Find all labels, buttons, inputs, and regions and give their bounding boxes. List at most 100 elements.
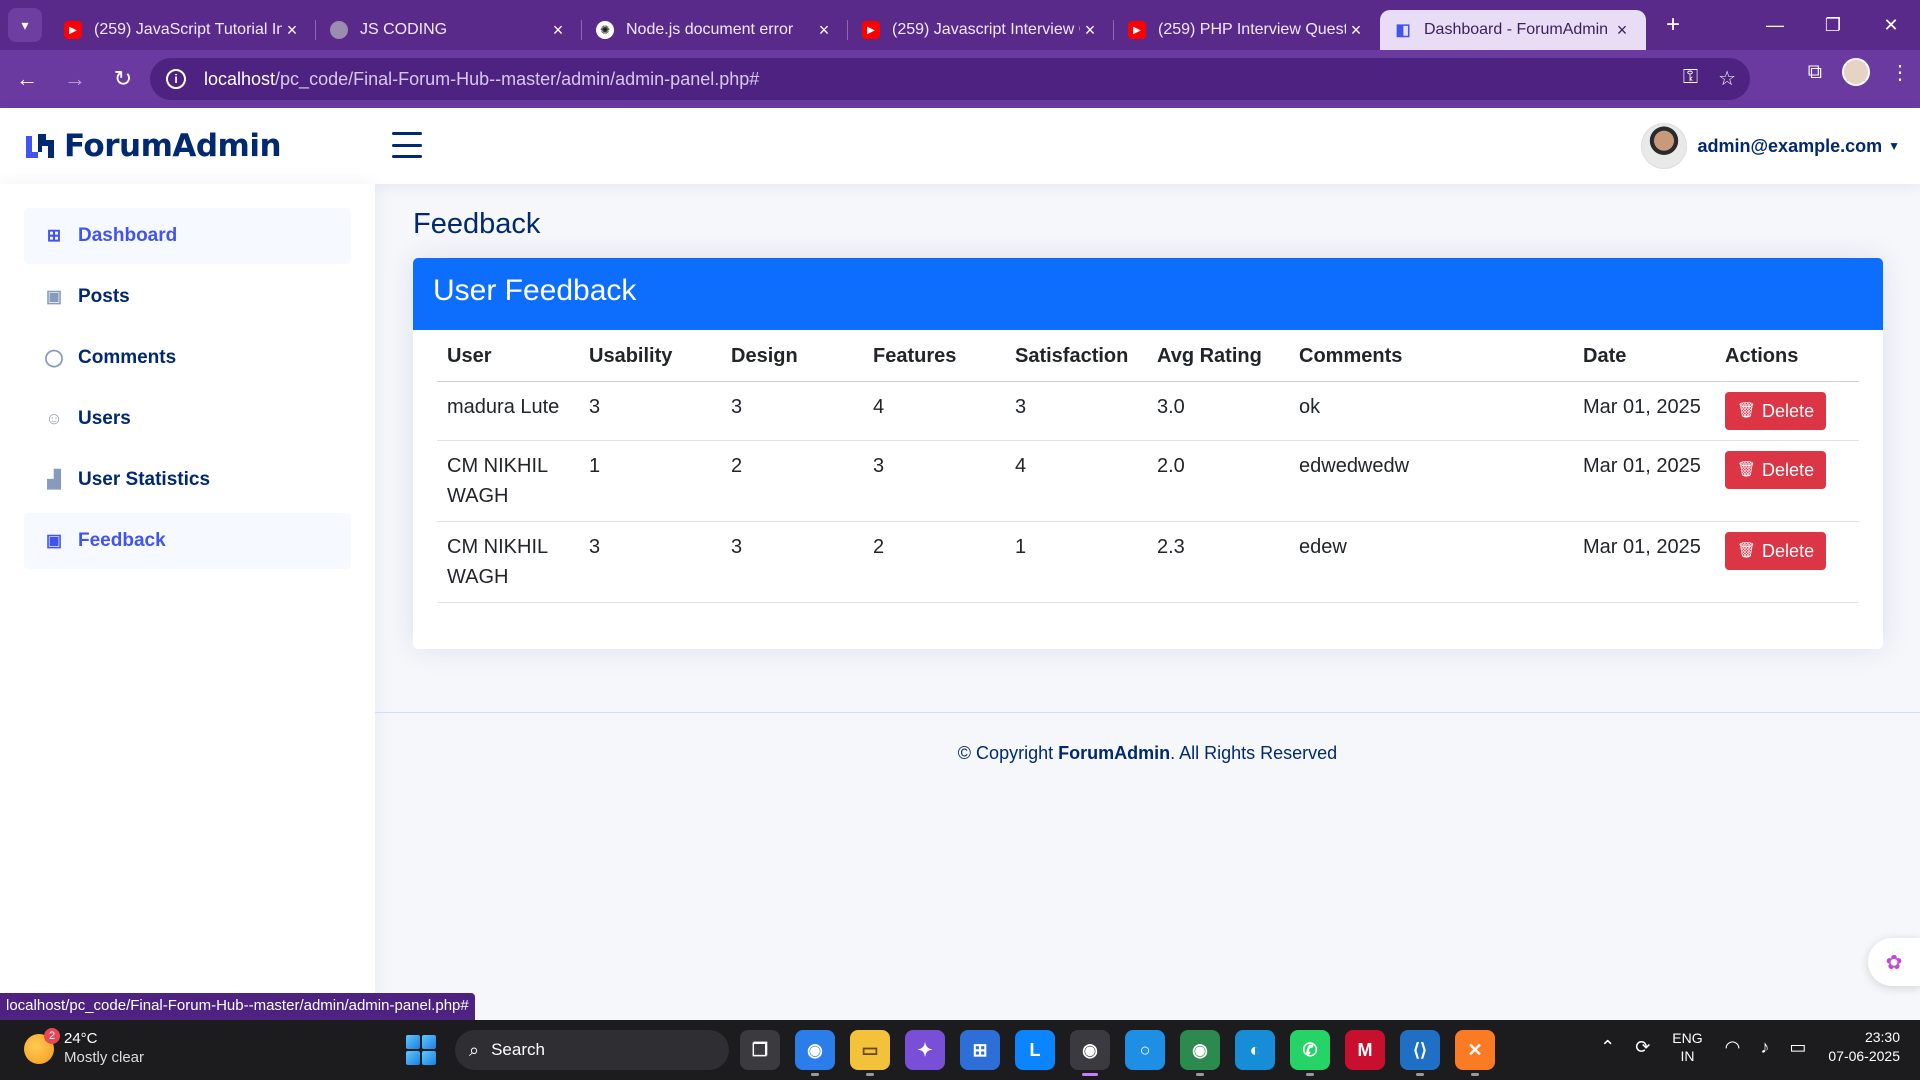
volume-icon[interactable]: ♪ [1760,1037,1769,1058]
url-text[interactable]: localhost/pc_code/Final-Forum-Hub--maste… [204,69,759,90]
close-icon[interactable]: × [814,20,834,41]
vscode-icon[interactable]: ⟨⟩ [1400,1030,1440,1076]
browser-tab[interactable]: JS CODING × [316,10,582,50]
sidebar-item-label: Dashboard [78,225,178,246]
lang-region: IN [1680,1048,1695,1064]
xampp-icon[interactable]: ✕ [1455,1030,1495,1076]
cell-avg-rating: 3.0 [1157,396,1185,418]
back-icon[interactable]: ← [6,58,48,100]
site-info-icon[interactable]: i [166,69,186,89]
menu-toggle-icon[interactable] [392,132,422,158]
browser-menu-icon[interactable]: ⋮ [1890,60,1910,85]
column-header: Avg Rating [1157,344,1262,367]
file-explorer-icon[interactable]: ▭ [850,1030,890,1076]
tab-search-button[interactable]: ▾ [8,8,42,42]
new-tab-button[interactable]: + [1658,11,1688,39]
weather-widget[interactable]: 2 24°C Mostly clear [24,1028,145,1068]
chrome-active-icon[interactable]: ◉ [1070,1030,1110,1076]
logo-icon [24,130,56,162]
clock-time: 23:30 [1864,1029,1900,1045]
battery-icon[interactable]: ▭ [1789,1037,1806,1058]
sidebar-item-feedback[interactable]: ▣ Feedback [24,513,351,569]
browser-tab[interactable]: ▶ (259) JavaScript Tutorial In × [50,10,316,50]
logo[interactable]: ForumAdmin [24,128,282,164]
cell-satisfaction: 1 [1015,536,1027,558]
column-header: Actions [1725,344,1799,367]
column-header: Usability [589,344,673,367]
weather-badge: 2 [44,1028,60,1044]
close-icon[interactable]: × [548,20,568,41]
browser-tab[interactable]: ▶ (259) Javascript Interview C × [848,10,1114,50]
browser-tab-bar: ▾ ▶ (259) JavaScript Tutorial In × JS CO… [0,0,1920,50]
sync-icon[interactable]: ⟳ [1635,1037,1650,1058]
sidebar: ⊞ Dashboard ▣ Posts ◯ Comments ☺ Users ▟… [0,184,375,1020]
password-key-icon[interactable]: ⚿ [1683,66,1698,91]
whatsapp-icon[interactable]: ✆ [1290,1030,1330,1076]
chrome-profile-icon[interactable]: ◉ [1180,1030,1220,1076]
clock[interactable]: 23:30 07-06-2025 [1828,1028,1900,1066]
caret-down-icon[interactable]: ▼ [1888,139,1900,153]
user-dropdown[interactable]: admin@example.com ▼ [1641,123,1900,169]
url-path: /pc_code/Final-Forum-Hub--master/admin/a… [275,68,760,89]
language-indicator[interactable]: ENG IN [1672,1029,1702,1065]
restore-icon[interactable]: ❐ [1804,0,1862,50]
cell-actions: 🗑 Delete [1715,392,1857,440]
sidebar-item-user-statistics[interactable]: ▟ User Statistics [24,452,351,508]
l-app-icon[interactable]: L [1015,1030,1055,1070]
address-bar[interactable]: i localhost/pc_code/Final-Forum-Hub--mas… [150,58,1750,100]
status-bar-url: localhost/pc_code/Final-Forum-Hub--maste… [0,993,475,1020]
cell-usability: 3 [589,536,601,558]
sidebar-item-label: Feedback [78,530,166,551]
close-icon[interactable]: × [1080,20,1100,41]
delete-button[interactable]: 🗑 Delete [1725,532,1827,570]
cell-avg-rating: 2.0 [1157,455,1185,477]
sidebar-item-comments[interactable]: ◯ Comments [24,330,351,386]
cell-comments: edwedwedw [1299,455,1410,477]
users-icon: ☺ [45,409,63,428]
forward-icon[interactable]: → [54,58,96,100]
avatar[interactable] [1641,123,1688,169]
sidebar-item-posts[interactable]: ▣ Posts [24,269,351,325]
system-tray: ⌃ ⟳ ENG IN ◠ ♪ ▭ 23:30 07-06-2025 [1590,1028,1900,1066]
wifi-icon[interactable]: ◠ [1725,1037,1741,1058]
feedback-card: User Feedback User Usability Design Feat… [413,258,1883,649]
weather-desc: Mostly clear [64,1049,145,1066]
close-window-icon[interactable]: ✕ [1862,0,1920,50]
extensions-icon[interactable]: ⧉ [1808,61,1822,84]
reload-icon[interactable]: ↻ [102,58,144,100]
copilot-icon[interactable]: ✦ [905,1030,945,1070]
browser-tab[interactable]: ▶ (259) PHP Interview Questi × [1114,10,1380,50]
task-view-icon[interactable]: ❐ [740,1030,780,1070]
delete-button[interactable]: 🗑 Delete [1725,451,1827,489]
delete-button[interactable]: 🗑 Delete [1725,392,1827,430]
cell-features: 4 [873,396,885,418]
minimize-icon[interactable]: — [1746,0,1804,50]
chevron-up-icon[interactable]: ⌃ [1600,1037,1615,1058]
browser-tab[interactable]: ✺ Node.js document error × [582,10,848,50]
youtube-icon: ▶ [1128,21,1146,39]
windows-start-icon[interactable] [406,1035,436,1065]
close-icon[interactable]: × [1346,20,1366,41]
user-email[interactable]: admin@example.com [1697,136,1882,157]
browser-tab-active[interactable]: ◧ Dashboard - ForumAdmin × [1380,10,1646,50]
profile-avatar[interactable] [1842,58,1870,86]
comment-icon: ◯ [44,348,64,367]
taskbar-search[interactable]: ⌕ Search [455,1030,729,1070]
sidebar-item-label: Comments [78,347,177,368]
cell-features: 2 [873,536,885,558]
sidebar-item-users[interactable]: ☺ Users [24,391,351,447]
tab-title: (259) PHP Interview Questi [1158,21,1346,38]
feedback-icon: ▣ [45,531,63,550]
mcafee-icon[interactable]: M [1345,1030,1385,1070]
chrome-profile-p-icon[interactable]: ◉ [795,1030,835,1076]
microsoft-store-icon[interactable]: ⊞ [960,1030,1000,1070]
column-header: Features [873,344,957,367]
edge-icon[interactable]: ◐ [1235,1030,1275,1070]
close-icon[interactable]: × [1612,20,1632,41]
cortana-icon[interactable]: ○ [1125,1030,1165,1070]
bookmark-star-icon[interactable]: ☆ [1718,66,1736,91]
close-icon[interactable]: × [282,20,302,41]
sidebar-item-dashboard[interactable]: ⊞ Dashboard [24,208,351,264]
assistant-floating-icon[interactable]: ✿ [1868,938,1920,986]
cell-design: 3 [731,536,743,558]
